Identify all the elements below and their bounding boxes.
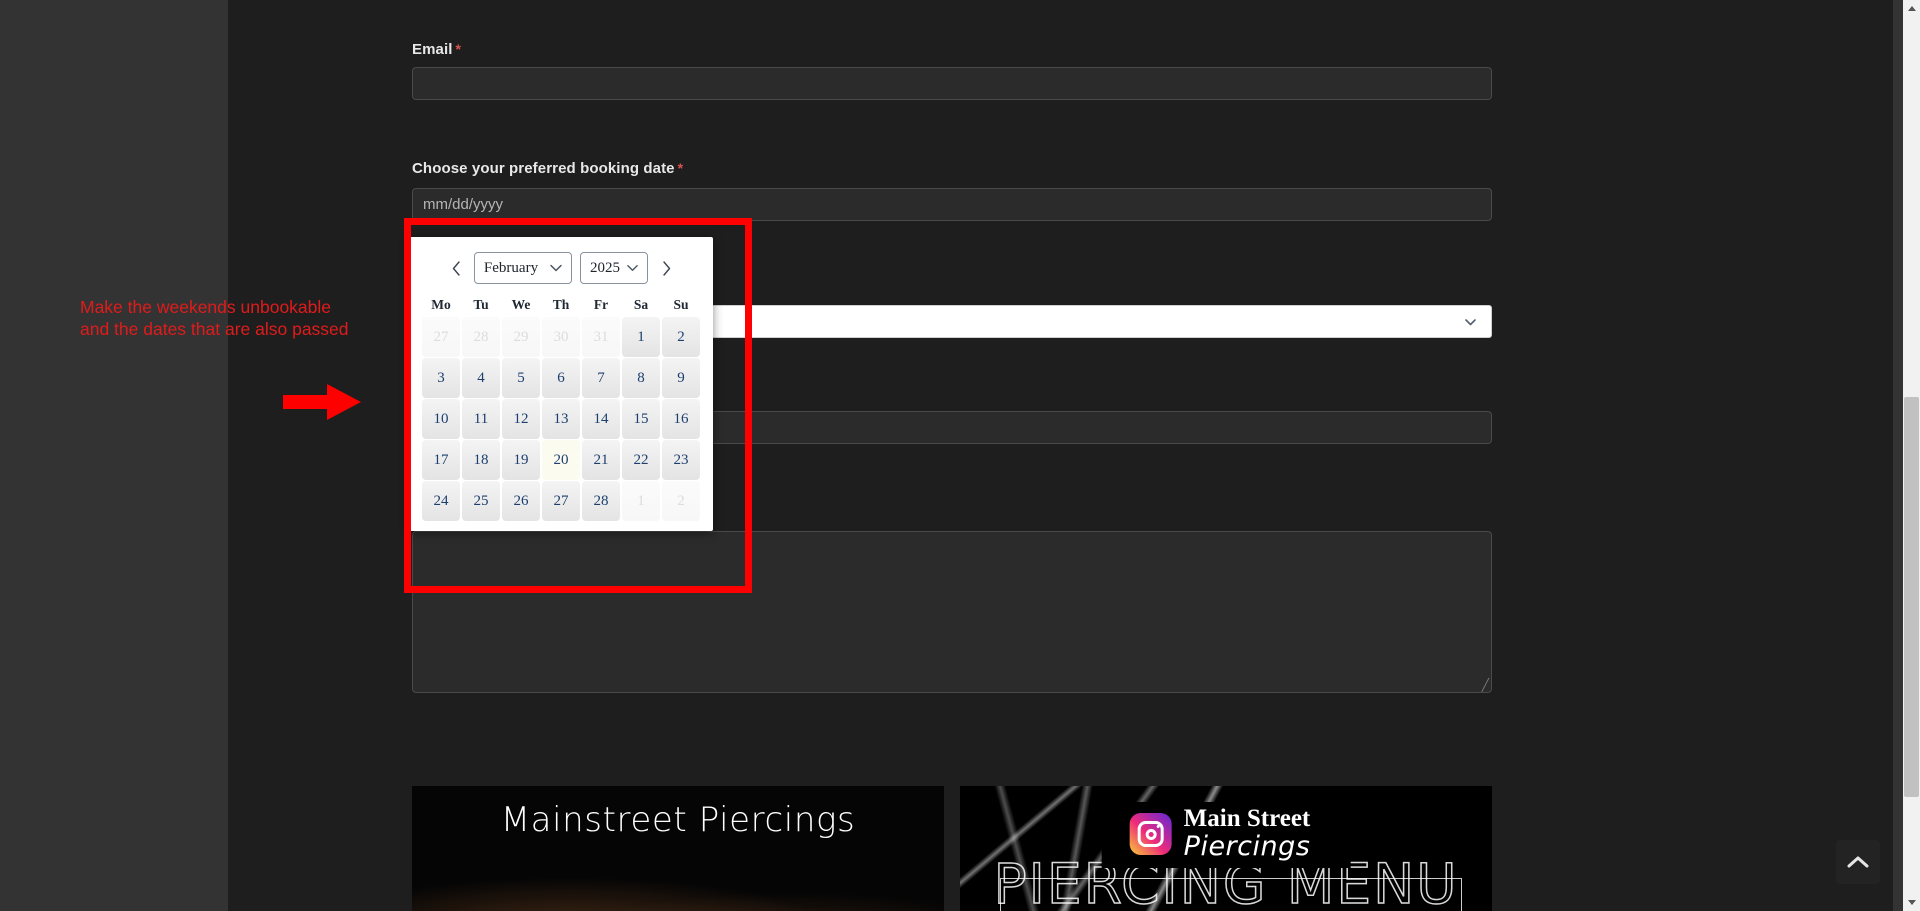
- year-select-value: 2025: [590, 259, 620, 276]
- calendar-day[interactable]: 8: [622, 358, 660, 398]
- weekday-su: Su: [673, 297, 689, 312]
- weekday-tu: Tu: [473, 297, 489, 312]
- calendar-day[interactable]: 24: [422, 481, 460, 521]
- calendar-day[interactable]: 26: [502, 481, 540, 521]
- email-label-row: Email *: [412, 41, 461, 59]
- gallery-card-piercing-menu[interactable]: PIERCING MENU Main Street Piercings: [960, 786, 1492, 911]
- year-select[interactable]: 2025: [580, 252, 648, 284]
- calendar-day[interactable]: 6: [542, 358, 580, 398]
- email-input[interactable]: [412, 67, 1492, 100]
- calendar-day[interactable]: 20: [542, 440, 580, 480]
- calendar-day[interactable]: 10: [422, 399, 460, 439]
- booking-date-input[interactable]: [412, 188, 1492, 221]
- calendar-day[interactable]: 7: [582, 358, 620, 398]
- chevron-down-icon: [550, 264, 562, 272]
- right-arrow-icon: [283, 384, 361, 420]
- calendar-day[interactable]: 15: [622, 399, 660, 439]
- triangle-up-icon[interactable]: [1903, 0, 1920, 17]
- chevron-right-icon: [662, 260, 670, 276]
- calendar-day[interactable]: 18: [462, 440, 500, 480]
- next-month-button[interactable]: [656, 254, 676, 282]
- gallery-row: Mainstreet Piercings PIERCING MENU Main …: [412, 786, 1492, 911]
- scroll-to-top-button[interactable]: [1836, 840, 1880, 884]
- calendar-day[interactable]: 27: [542, 481, 580, 521]
- calendar-day[interactable]: 28: [462, 317, 500, 357]
- calendar-day[interactable]: 1: [622, 481, 660, 521]
- calendar-day[interactable]: 22: [622, 440, 660, 480]
- calendar-day[interactable]: 5: [502, 358, 540, 398]
- instagram-brand-block: Main Street Piercings: [1101, 802, 1351, 868]
- booking-date-required-star: *: [677, 160, 684, 176]
- gallery-card-mainstreet[interactable]: Mainstreet Piercings: [412, 786, 944, 911]
- booking-date-label-row: Choose your preferred booking date *: [412, 160, 683, 178]
- calendar-day[interactable]: 30: [542, 317, 580, 357]
- calendar-day[interactable]: 13: [542, 399, 580, 439]
- calendar-grid[interactable]: 27 28 29 30 31 1 2 3 4 5 6 7 8 9 10 11 12 13 14 15 16 17 18 19 2…: [409, 317, 713, 521]
- calendar-day[interactable]: 14: [582, 399, 620, 439]
- weekday-fr: Fr: [593, 297, 609, 312]
- calendar-day[interactable]: 28: [582, 481, 620, 521]
- calendar-day[interactable]: 16: [662, 399, 700, 439]
- date-picker-header: February 2025: [409, 245, 713, 291]
- calendar-day[interactable]: 12: [502, 399, 540, 439]
- calendar-day[interactable]: 23: [662, 440, 700, 480]
- calendar-day[interactable]: 25: [462, 481, 500, 521]
- booking-date-label: Choose your preferred booking date: [412, 160, 675, 177]
- weekday-header-row: Mo Tu We Th Fr Sa Su: [409, 297, 713, 313]
- email-required-star: *: [455, 41, 461, 57]
- calendar-day[interactable]: 2: [662, 481, 700, 521]
- chevron-down-icon: [1464, 315, 1477, 328]
- chevron-down-icon: [627, 264, 638, 272]
- vertical-scrollbar-thumb[interactable]: [1904, 397, 1919, 797]
- calendar-day[interactable]: 2: [662, 317, 700, 357]
- weekday-sa: Sa: [633, 297, 649, 312]
- annotation-text: Make the weekends unbookable and the dat…: [80, 296, 400, 340]
- calendar-day[interactable]: 11: [462, 399, 500, 439]
- calendar-day[interactable]: 1: [622, 317, 660, 357]
- weekday-th: Th: [552, 297, 570, 312]
- date-picker-popup[interactable]: February 2025 Mo Tu We Th Fr Sa Su 27 28…: [409, 237, 713, 531]
- calendar-day[interactable]: 31: [582, 317, 620, 357]
- gallery-left-title: Mainstreet Piercings: [500, 800, 856, 840]
- page-root: Email * Choose your preferred booking dat…: [0, 0, 1920, 911]
- email-label: Email: [412, 41, 453, 58]
- triangle-down-icon[interactable]: [1903, 894, 1920, 911]
- month-select[interactable]: February: [474, 252, 572, 284]
- previous-month-button[interactable]: [446, 254, 466, 282]
- calendar-day[interactable]: 21: [582, 440, 620, 480]
- instagram-icon: [1129, 813, 1172, 855]
- chevron-left-icon: [452, 260, 460, 276]
- brand-line-2: Piercings: [1183, 831, 1311, 862]
- message-textarea[interactable]: ╱: [412, 531, 1492, 693]
- calendar-day[interactable]: 29: [502, 317, 540, 357]
- annotation-line-2: and the dates that are also passed: [80, 319, 349, 339]
- calendar-day[interactable]: 4: [462, 358, 500, 398]
- weekday-we: We: [511, 297, 531, 312]
- calendar-day[interactable]: 27: [422, 317, 460, 357]
- calendar-day[interactable]: 9: [662, 358, 700, 398]
- calendar-day[interactable]: 19: [502, 440, 540, 480]
- resize-grip-icon[interactable]: ╱: [1482, 679, 1489, 691]
- brand-line-1: Main Street: [1183, 805, 1311, 832]
- chevron-up-icon: [1847, 856, 1869, 868]
- weekday-mo: Mo: [431, 297, 451, 312]
- calendar-day[interactable]: 17: [422, 440, 460, 480]
- month-select-value: February: [483, 259, 539, 276]
- annotation-line-1: Make the weekends unbookable: [80, 297, 332, 317]
- calendar-day[interactable]: 3: [422, 358, 460, 398]
